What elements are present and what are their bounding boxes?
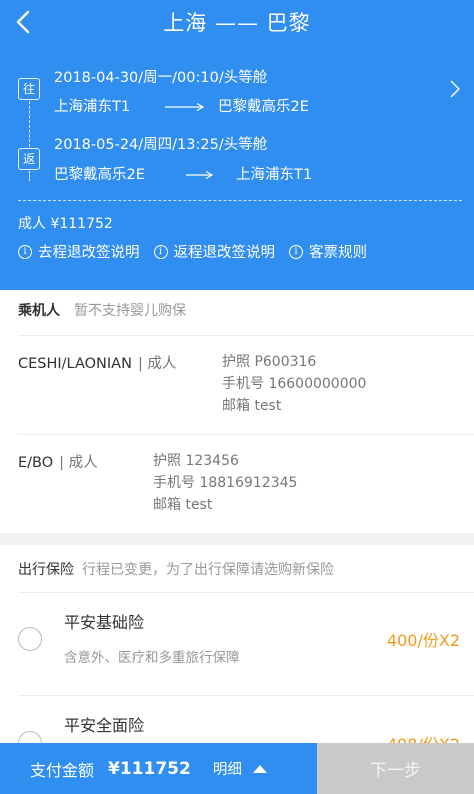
return-date: 2018-05-24/周四/13:25/头等舱	[54, 137, 268, 153]
return-tag: 返	[18, 148, 40, 170]
insurance-name: 平安基础险	[64, 613, 145, 632]
page-title: 上海 —— 巴黎	[163, 11, 311, 35]
nav-bar: 上海 —— 巴黎	[0, 0, 474, 44]
price-detail-toggle[interactable]: 明细	[213, 758, 268, 779]
insurance-name: 平安全面险	[64, 716, 145, 735]
next-step-button[interactable]: 下一步	[317, 743, 474, 794]
chevron-right-icon[interactable]	[448, 78, 462, 100]
section-hint: 暂不支持婴儿购保	[74, 303, 186, 319]
insurance-header: 出行保险 行程已变更，为了出行保障请选购新保险	[18, 559, 334, 579]
pay-amount: ¥111752	[108, 758, 191, 779]
outbound-to: 巴黎戴高乐2E	[218, 99, 309, 115]
adult-price: 成人 ¥111752	[18, 216, 113, 232]
outbound-date: 2018-04-30/周一/00:10/头等舱	[54, 70, 268, 86]
divider	[18, 200, 462, 201]
detail-label: 明细	[212, 762, 242, 778]
passenger-type: | 成人	[137, 356, 177, 372]
divider	[18, 592, 474, 593]
insurance-radio[interactable]	[18, 627, 42, 651]
passenger-docs: 护照 123456 手机号 18816912345 邮箱 test	[153, 450, 297, 516]
leg-connector	[29, 171, 30, 181]
ticket-rules-link[interactable]: i 客票规则	[289, 241, 367, 262]
outbound-from: 上海浦东T1	[54, 99, 131, 115]
payment-bar: 支付金额 ¥111752 明细	[0, 743, 317, 794]
section-label: 乘机人	[18, 303, 60, 319]
return-from: 巴黎戴高乐2E	[54, 167, 145, 183]
passport-number: 护照 P600316	[222, 354, 317, 370]
insurance-price: 400/份X2	[386, 631, 460, 650]
phone-number: 手机号 16600000000	[222, 376, 367, 392]
passenger-docs: 护照 P600316 手机号 16600000000 邮箱 test	[222, 351, 366, 417]
passenger-name: CESHI/LAONIAN	[18, 356, 132, 372]
info-icon: i	[289, 244, 303, 259]
info-icon: i	[18, 244, 32, 259]
passenger-header: 乘机人 暂不支持婴儿购保	[18, 300, 186, 320]
outbound-refund-rules-link[interactable]: i 去程退改签说明	[18, 241, 140, 262]
outbound-tag: 往	[18, 78, 40, 100]
passenger-section: 乘机人 暂不支持婴儿购保 CESHI/LAONIAN | 成人 护照 P600316…	[0, 290, 474, 533]
arrow-right-icon	[186, 170, 214, 180]
email: 邮箱 test	[222, 398, 282, 414]
return-refund-rules-link[interactable]: i 返程退改签说明	[153, 241, 275, 262]
return-to: 上海浦东T1	[236, 167, 313, 183]
section-label: 出行保险	[18, 562, 74, 578]
passenger-type: | 成人	[59, 455, 98, 471]
back-arrow-icon	[16, 10, 30, 34]
back-button[interactable]	[8, 6, 38, 38]
passenger-name: E/BO	[18, 455, 54, 471]
arrow-right-icon	[165, 102, 205, 112]
trip-summary[interactable]: 往 2018-04-30/周一/00:10/头等舱 上海浦东T1 巴黎戴高乐2E…	[0, 44, 474, 290]
caret-up-icon	[252, 764, 267, 773]
divider	[18, 335, 474, 336]
passport-number: 护照 123456	[153, 453, 239, 469]
insurance-desc: 含意外、医疗和多重旅行保障	[64, 650, 240, 666]
pay-label: 支付金额	[30, 760, 95, 780]
phone-number: 手机号 18816912345	[153, 475, 298, 491]
rule-links: i 去程退改签说明 i 返程退改签说明 i 客票规则	[18, 241, 367, 262]
divider	[18, 434, 474, 435]
email: 邮箱 test	[153, 497, 213, 513]
leg-connector	[29, 101, 30, 147]
info-icon: i	[153, 244, 168, 259]
insurance-section: 出行保险 行程已变更，为了出行保障请选购新保险 平安基础险 含意外、医疗和多重旅行…	[0, 545, 474, 745]
section-hint: 行程已变更，为了出行保障请选购新保险	[82, 562, 334, 578]
divider	[18, 695, 474, 696]
